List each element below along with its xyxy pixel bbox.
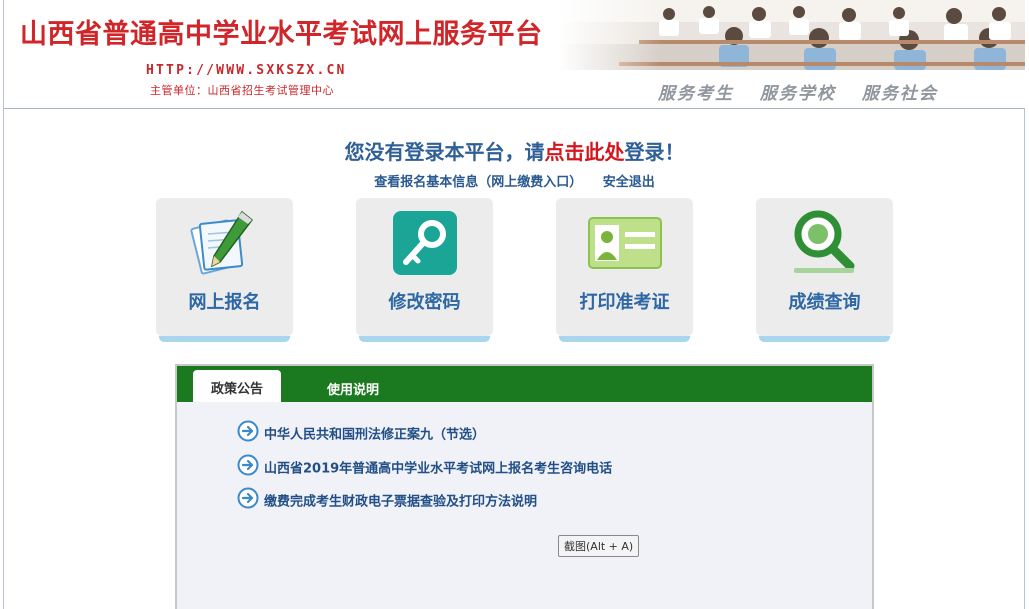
login-suffix: 登录！ [624,140,685,164]
login-prefix: 您没有登录本平台，请 [344,140,545,164]
tile-score-query[interactable]: 成绩查询 [756,198,893,342]
tile-underline [159,336,290,342]
tile-label: 修改密码 [388,292,461,313]
slogan-item: 服务考生 [658,84,734,104]
screenshot-tooltip: 截图(Alt + A) [558,535,640,557]
login-link[interactable]: 点击此处 [545,140,625,164]
login-prompt: 您没有登录本平台，请点击此处登录！ [0,136,1029,165]
top-links: 查看报名基本信息（网上缴费入口） 安全退出 [0,171,1029,190]
arrow-right-icon [237,454,259,480]
tab-instructions[interactable]: 使用说明 [327,379,379,398]
tile-label: 网上报名 [188,292,261,313]
tab-policy[interactable]: 政策公告 [193,370,281,402]
tile-change-password[interactable]: 修改密码 [356,198,493,342]
magnifier-icon [790,208,860,278]
notice-title: 缴费完成考生财政电子票据查验及打印方法说明 [264,494,538,510]
slogan-item: 服务社会 [861,84,938,104]
notice-panel: 政策公告 使用说明 中华人民共和国刑法修正案九（节选） 山西省2019年普通高中… [175,364,874,609]
key-icon [390,208,460,278]
tab-bar: 政策公告 使用说明 [177,366,872,402]
site-header: 山西省普通高中学业水平考试网上服务平台 HTTP://WWW.SXKSZX.CN… [4,0,1025,109]
tile-print-admission[interactable]: 打印准考证 [556,198,693,342]
notice-title: 山西省2019年普通高中学业水平考试网上报名考生咨询电话 [264,461,613,477]
id-card-icon [587,208,663,278]
arrow-right-icon [237,420,259,446]
site-title: 山西省普通高中学业水平考试网上服务平台 [20,19,543,50]
slogan-item: 服务学校 [759,84,836,104]
view-info-link[interactable]: 查看报名基本信息（网上缴费入口） [374,175,582,190]
tile-label: 打印准考证 [579,292,670,313]
tile-underline [559,336,690,342]
arrow-right-icon [237,487,259,513]
logout-link[interactable]: 安全退出 [603,175,655,190]
banner-photo [559,0,1025,70]
tile-underline [359,336,490,342]
site-url: HTTP://WWW.SXKSZX.CN [146,63,347,78]
notice-item[interactable]: 缴费完成考生财政电子票据查验及打印方法说明 [237,487,537,513]
site-sponsor: 主管单位：山西省招生考试管理中心 [150,84,334,97]
tile-label: 成绩查询 [788,292,861,313]
notice-item[interactable]: 中华人民共和国刑法修正案九（节选） [237,420,485,446]
pencil-paper-icon [190,208,260,278]
tile-underline [759,336,890,342]
notice-title: 中华人民共和国刑法修正案九（节选） [264,427,486,443]
header-slogans: 服务考生 服务学校 服务社会 [658,79,956,104]
notice-item[interactable]: 山西省2019年普通高中学业水平考试网上报名考生咨询电话 [237,454,612,480]
tile-online-registration[interactable]: 网上报名 [156,198,293,342]
